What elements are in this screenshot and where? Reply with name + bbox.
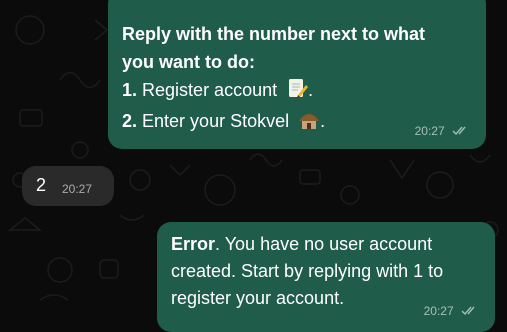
error-label: Error	[171, 234, 216, 254]
option-number: 1.	[122, 80, 138, 100]
message-timestamp: 20:27	[62, 182, 93, 196]
option-label: Register account	[142, 80, 278, 100]
memo-icon	[286, 77, 309, 107]
message-heading-line1: Reply with the number next to what	[122, 24, 426, 44]
message-heading-line2: you want to do:	[122, 52, 255, 72]
option-suffix: .	[308, 80, 314, 100]
option-suffix: .	[320, 111, 326, 131]
message-text: 2	[36, 175, 47, 195]
message-bubble-menu[interactable]: Reply with the number next to what you w…	[108, 0, 486, 149]
error-line1-text: . You have no user account	[215, 234, 433, 254]
hut-icon	[298, 110, 320, 138]
menu-option-register: 1. Register account .	[122, 76, 472, 107]
message-bubble-error[interactable]: Error. You have no user account created.…	[157, 222, 495, 332]
error-line1: Error. You have no user account	[171, 231, 481, 258]
option-label: Enter your Stokvel	[142, 111, 290, 131]
option-number: 2.	[122, 111, 138, 131]
message-timestamp: 20:27	[415, 124, 470, 139]
error-line2: created. Start by replying with 1 to	[171, 261, 444, 281]
read-ticks-icon	[452, 125, 470, 139]
message-bubble-reply[interactable]: 2 20:27	[22, 166, 114, 206]
